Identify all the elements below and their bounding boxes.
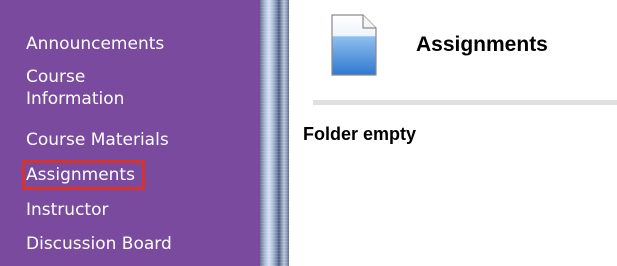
sidebar-item-label: Instructor xyxy=(26,200,109,220)
sidebar-item-course-information[interactable]: Course Information xyxy=(26,66,124,110)
empty-folder-message: Folder empty xyxy=(303,124,417,144)
sidebar-item-assignments[interactable]: Assignments xyxy=(22,160,145,190)
sidebar-item-course-materials[interactable]: Course Materials xyxy=(26,129,169,151)
title-divider xyxy=(313,100,617,105)
document-icon xyxy=(331,14,377,76)
sidebar-item-label: Course Materials xyxy=(26,130,169,150)
sidebar-item-discussion-board[interactable]: Discussion Board xyxy=(26,233,172,255)
sidebar-item-label: Assignments xyxy=(26,165,135,185)
sidebar-item-announcements[interactable]: Announcements xyxy=(26,33,164,55)
course-menu-sidebar: Announcements Course Information Course … xyxy=(0,0,260,266)
sidebar-item-label: Discussion Board xyxy=(26,234,172,254)
sidebar-item-label: Announcements xyxy=(26,34,165,54)
sidebar-item-instructor[interactable]: Instructor xyxy=(26,199,108,221)
sidebar-item-label: Course xyxy=(26,67,86,87)
frame-resize-handle[interactable] xyxy=(260,0,289,266)
page-title: Assignments xyxy=(416,33,548,56)
content-area: Assignments Folder empty xyxy=(289,0,617,266)
sidebar-item-label: Information xyxy=(26,89,125,109)
